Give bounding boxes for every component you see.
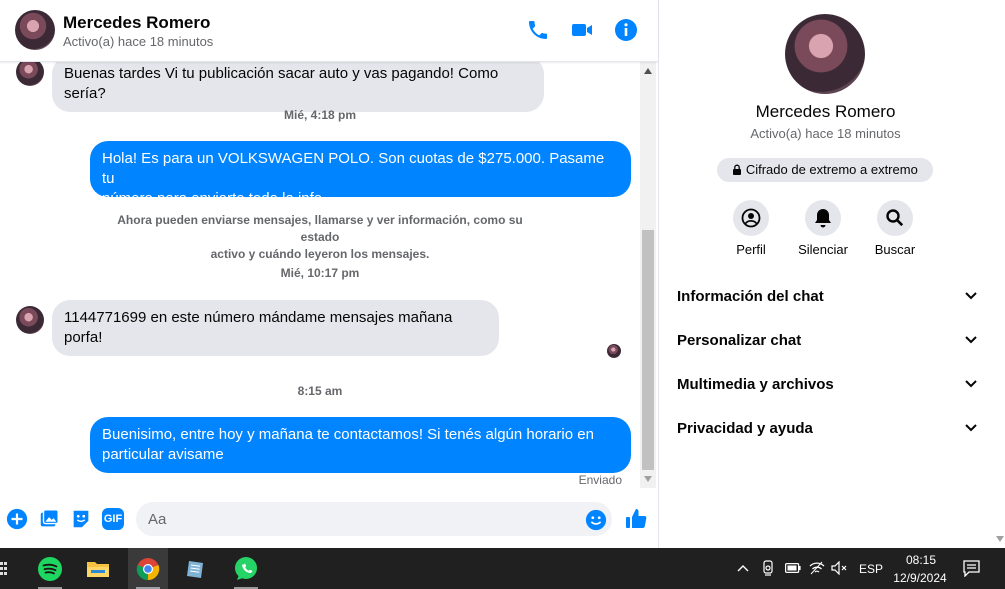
battery-icon[interactable] [785,563,801,573]
section-media-files[interactable]: Multimedia y archivos [677,376,977,400]
info-icon[interactable] [614,18,638,42]
timestamp-separator: 8:15 am [297,384,343,398]
section-chat-info[interactable]: Información del chat [677,288,977,312]
info-contact-status: Activo(a) hace 18 minutos [750,126,901,141]
volume-muted-icon[interactable] [831,561,847,575]
notice-line: activo y cuándo leyeron los mensajes. [210,247,430,261]
action-label: Buscar [874,242,916,257]
message-avatar[interactable] [16,306,44,334]
chevron-down-icon [965,380,977,388]
like-icon[interactable] [624,507,648,531]
clock-time[interactable]: 08:15 [894,553,948,567]
spotify-icon[interactable] [30,548,70,589]
message-avatar[interactable] [16,62,44,86]
search-icon[interactable] [877,200,913,236]
language-indicator[interactable]: ESP [859,562,883,576]
lock-icon [733,164,742,175]
message-input[interactable] [136,502,612,536]
profile-icon[interactable] [733,200,769,236]
chevron-up-icon[interactable] [737,564,749,572]
encryption-label: Cifrado de extremo a extremo [745,162,918,177]
profile-action[interactable]: Perfil [715,200,787,257]
chat-header: Mercedes Romero Activo(a) hace 18 minuto… [0,0,658,62]
emoji-icon[interactable] [585,509,607,531]
section-customize-chat[interactable]: Personalizar chat [677,332,977,356]
notification-center-icon[interactable] [963,560,980,577]
scroll-down-arrow[interactable] [644,476,652,482]
message-composer: GIF [0,494,658,548]
search-action[interactable]: Buscar [859,200,931,257]
meet-now-icon[interactable] [761,560,775,576]
read-receipt-avatar [607,344,621,358]
bell-icon[interactable] [805,200,841,236]
message-line: número para enviarte toda la info [102,190,323,207]
action-label: Perfil [736,242,766,257]
section-label: Privacidad y ayuda [677,420,813,437]
contact-avatar[interactable] [15,10,55,50]
info-scroll-down-arrow[interactable] [996,536,1004,542]
chat-pane: Mercedes Romero Activo(a) hace 18 minuto… [0,0,658,548]
chevron-down-icon [965,292,977,300]
video-icon[interactable] [570,18,594,42]
sticker-icon[interactable] [70,508,92,530]
incoming-message[interactable]: Buenas tardes Vi tu publicación sacar au… [52,62,544,112]
message-scrollbar[interactable] [640,62,656,488]
scroll-thumb[interactable] [642,230,654,470]
messenger-window: Mercedes Romero Activo(a) hace 18 minuto… [0,0,1005,548]
timestamp-separator: Mié, 10:17 pm [280,266,360,280]
conversation-info-pane: Mercedes Romero Activo(a) hace 18 minuto… [658,0,1005,548]
contact-status: Activo(a) hace 18 minutos [63,34,214,49]
message-list[interactable]: Buenas tardes Vi tu publicación sacar au… [0,62,640,488]
section-label: Multimedia y archivos [677,376,834,393]
encryption-badge[interactable]: Cifrado de extremo a extremo [717,158,933,182]
clock-date[interactable]: 12/9/2024 [890,571,950,585]
chrome-icon[interactable] [128,548,168,589]
section-privacy-help[interactable]: Privacidad y ayuda [677,420,977,444]
timestamp-separator: Mié, 4:18 pm [283,108,357,122]
chevron-down-icon [965,336,977,344]
message-line: Hola! Es para un VOLKSWAGEN POLO. Son cu… [102,150,605,187]
mute-action[interactable]: Silenciar [787,200,859,257]
plus-icon[interactable] [6,508,28,530]
message-line: particular avisame [102,446,224,463]
message-line: Buenisimo, entre hoy y mañana te contact… [102,426,594,443]
system-notice: Ahora pueden enviarse mensajes, llamarse… [100,212,540,263]
info-avatar[interactable] [785,14,865,94]
task-view-icon[interactable] [0,561,8,577]
whatsapp-icon[interactable] [226,548,266,589]
section-label: Información del chat [677,288,824,305]
phone-icon[interactable] [526,18,550,42]
sent-status: Enviado [578,473,622,487]
chevron-down-icon [965,424,977,432]
outgoing-message[interactable]: Hola! Es para un VOLKSWAGEN POLO. Son cu… [90,141,631,207]
wifi-icon[interactable] [809,561,825,575]
notepad-icon[interactable] [176,548,216,589]
notice-line: Ahora pueden enviarse mensajes, llamarse… [117,213,523,244]
windows-taskbar: ESP 08:15 12/9/2024 [0,548,1005,589]
section-label: Personalizar chat [677,332,802,349]
action-label: Silenciar [798,242,848,257]
file-explorer-icon[interactable] [78,548,118,589]
contact-name[interactable]: Mercedes Romero [63,13,210,33]
scroll-up-arrow[interactable] [644,68,652,74]
gif-icon[interactable]: GIF [102,508,124,530]
info-contact-name[interactable]: Mercedes Romero [659,102,992,122]
photo-icon[interactable] [38,508,60,530]
incoming-message[interactable]: 1144771699 en este número mándame mensaj… [52,300,499,356]
outgoing-message[interactable]: Buenisimo, entre hoy y mañana te contact… [90,417,631,473]
